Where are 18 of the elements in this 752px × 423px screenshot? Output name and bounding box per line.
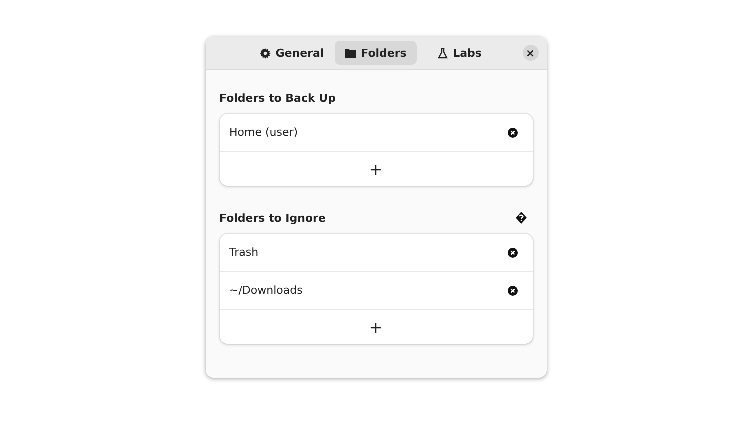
folder-label: Home (user) bbox=[230, 126, 298, 139]
remove-icon[interactable] bbox=[508, 248, 518, 258]
add-folder-button[interactable]: + bbox=[220, 152, 532, 186]
gear-icon bbox=[260, 48, 271, 58]
tab[interactable]: Folders bbox=[335, 41, 417, 65]
flask-icon bbox=[438, 48, 448, 58]
tab[interactable]: General bbox=[251, 41, 333, 65]
close-button[interactable]: × bbox=[522, 45, 538, 61]
tab[interactable]: Labs bbox=[419, 41, 501, 65]
missing-glyph-icon[interactable] bbox=[516, 212, 526, 224]
add-folder-button[interactable]: + bbox=[220, 310, 532, 344]
remove-icon[interactable] bbox=[508, 286, 518, 296]
section-title: Folders to Back Up bbox=[220, 92, 336, 104]
folder-icon bbox=[345, 48, 356, 58]
section-title: Folders to Ignore bbox=[220, 212, 326, 224]
folder-label: ~/Downloads bbox=[230, 284, 303, 297]
remove-icon[interactable] bbox=[508, 128, 518, 138]
folder-label: Trash bbox=[230, 246, 259, 259]
